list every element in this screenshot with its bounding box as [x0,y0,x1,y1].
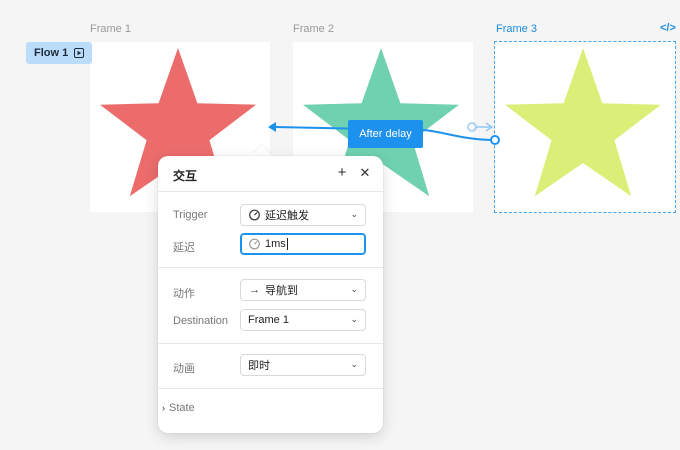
design-canvas[interactable]: Frame 1 Frame 2 Frame 3 </> Flow 1 After… [0,0,680,450]
destination-select[interactable]: Frame 1 ⌄ [240,309,366,331]
state-section-toggle[interactable]: › State [162,402,195,414]
divider [158,191,383,192]
interaction-panel: 交互 + ✕ Trigger 延迟触发 ⌄ 延迟 1ms 动作 → 导航到 ⌄ [158,156,383,433]
arrow-right-icon: → [249,284,260,296]
trigger-label: Trigger [173,209,208,221]
destination-value: Frame 1 [248,314,289,326]
chevron-down-icon: ⌄ [350,284,358,294]
after-delay-label[interactable]: After delay [348,120,423,148]
state-label: State [169,402,195,414]
divider [158,343,383,344]
text-cursor [286,238,288,250]
chevron-down-icon: ⌄ [350,209,358,219]
action-label: 动作 [173,288,195,300]
close-icon[interactable]: ✕ [357,165,373,181]
animation-select[interactable]: 即时 ⌄ [240,354,366,376]
action-value: 导航到 [265,285,298,297]
delay-label: 延迟 [173,242,195,254]
animation-value: 即时 [248,360,270,372]
delay-input[interactable]: 1ms [240,233,366,255]
chevron-down-icon: ⌄ [350,314,358,324]
divider [158,388,383,389]
chevron-right-icon: › [162,403,165,413]
action-select[interactable]: → 导航到 ⌄ [240,279,366,301]
chevron-down-icon: ⌄ [350,359,358,369]
connector-handle-icon [467,122,494,132]
delay-value: 1ms [265,238,286,250]
delay-clock-icon [249,209,260,221]
destination-label: Destination [173,315,229,327]
add-icon[interactable]: + [334,165,350,181]
delay-clock-icon [249,238,260,250]
animation-label: 动画 [173,363,195,375]
divider [158,267,383,268]
trigger-select[interactable]: 延迟触发 ⌄ [240,204,366,226]
panel-title: 交互 [173,169,198,183]
trigger-value: 延迟触发 [265,210,309,222]
